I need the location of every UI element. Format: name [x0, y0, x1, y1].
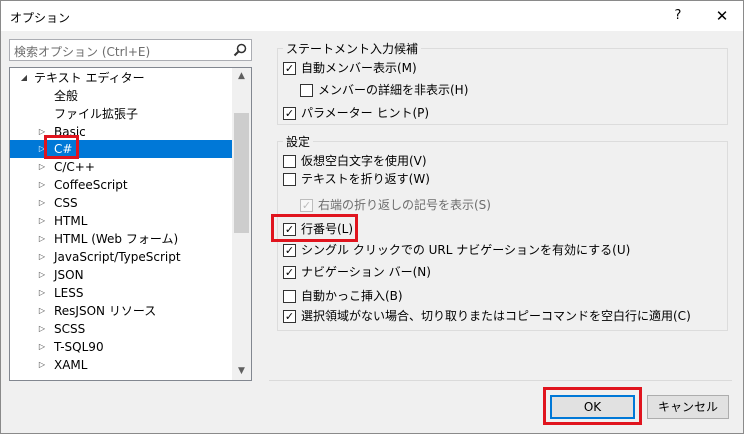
tree-item[interactable]: ファイル拡張子 — [10, 105, 232, 123]
tree-item[interactable]: ▷ T-SQL90 — [10, 338, 232, 356]
tree-item[interactable]: ▷ SCSS — [10, 320, 232, 338]
expanded-arrow-icon[interactable]: ◢ — [19, 69, 29, 87]
checkbox[interactable]: ✓ — [283, 266, 296, 279]
checkbox-disabled: ✓ — [300, 199, 313, 212]
scroll-down-icon[interactable]: ▼ — [232, 363, 251, 380]
group-title: ステートメント入力候補 — [283, 40, 422, 57]
group-title: 設定 — [283, 133, 314, 150]
collapsed-arrow-icon[interactable]: ▷ — [37, 158, 47, 176]
cancel-button[interactable]: キャンセル — [647, 395, 729, 419]
collapsed-arrow-icon[interactable]: ▷ — [37, 248, 47, 266]
checkbox[interactable] — [283, 155, 296, 168]
collapsed-arrow-icon[interactable]: ▷ — [37, 284, 47, 302]
checkbox[interactable]: ✓ — [283, 62, 296, 75]
collapsed-arrow-icon[interactable]: ▷ — [37, 320, 47, 338]
checkbox[interactable] — [300, 84, 313, 97]
tree-item[interactable]: ▷ ResJSON リソース — [10, 302, 232, 320]
tree-scrollbar[interactable]: ▲ ▼ — [232, 68, 251, 380]
scroll-up-icon[interactable]: ▲ — [232, 68, 251, 85]
scroll-thumb[interactable] — [234, 113, 249, 233]
checkbox[interactable] — [283, 173, 296, 186]
statement-completion-group: ステートメント入力候補 ✓ 自動メンバー表示(M) メンバーの詳細を非表示(H)… — [277, 40, 728, 125]
collapsed-arrow-icon[interactable]: ▷ — [37, 266, 47, 284]
tree-item[interactable]: ▷ HTML — [10, 212, 232, 230]
search-icon[interactable] — [233, 43, 247, 57]
highlight-box-csharp — [44, 135, 79, 159]
tree-item[interactable]: ▷ HTML (Web フォーム) — [10, 230, 232, 248]
tree-item[interactable]: ▷ XAML — [10, 356, 232, 374]
highlight-box-ok — [543, 387, 642, 425]
help-button[interactable]: ? — [663, 1, 693, 31]
search-placeholder: 検索オプション (Ctrl+E) — [14, 45, 151, 59]
collapsed-arrow-icon[interactable]: ▷ — [37, 356, 47, 374]
tree-item-text-editor[interactable]: ◢ テキスト エディター — [10, 69, 232, 87]
highlight-box-line-numbers — [271, 214, 358, 242]
checkbox[interactable]: ✓ — [283, 244, 296, 257]
collapsed-arrow-icon[interactable]: ▷ — [37, 194, 47, 212]
tree-item[interactable]: ▷ JSON — [10, 266, 232, 284]
tree-item[interactable]: ▷ LESS — [10, 284, 232, 302]
checkbox[interactable]: ✓ — [283, 107, 296, 120]
collapsed-arrow-icon[interactable]: ▷ — [37, 230, 47, 248]
options-tree[interactable]: ◢ テキスト エディター 全般 ファイル拡張子 ▷ Basic ▷ C# ▷ C… — [9, 67, 252, 381]
checkbox[interactable] — [283, 290, 296, 303]
collapsed-arrow-icon[interactable]: ▷ — [37, 338, 47, 356]
tree-item[interactable]: ▷ JavaScript/TypeScript — [10, 248, 232, 266]
options-dialog: オプション ? ✕ 検索オプション (Ctrl+E) ◢ テキスト エディター … — [0, 0, 744, 434]
tree-item[interactable]: ▷ CSS — [10, 194, 232, 212]
dialog-title: オプション — [10, 11, 71, 25]
tree-item[interactable]: 全般 — [10, 87, 232, 105]
tree-item[interactable]: ▷ C/C++ — [10, 158, 232, 176]
collapsed-arrow-icon[interactable]: ▷ — [37, 176, 47, 194]
separator — [269, 380, 732, 381]
tree-item[interactable]: ▷ CoffeeScript — [10, 176, 232, 194]
title-bar: オプション ? ✕ — [1, 1, 743, 31]
search-input[interactable]: 検索オプション (Ctrl+E) — [9, 39, 252, 61]
collapsed-arrow-icon[interactable]: ▷ — [37, 302, 47, 320]
collapsed-arrow-icon[interactable]: ▷ — [37, 212, 47, 230]
checkbox[interactable]: ✓ — [283, 310, 296, 323]
close-button[interactable]: ✕ — [705, 1, 739, 31]
